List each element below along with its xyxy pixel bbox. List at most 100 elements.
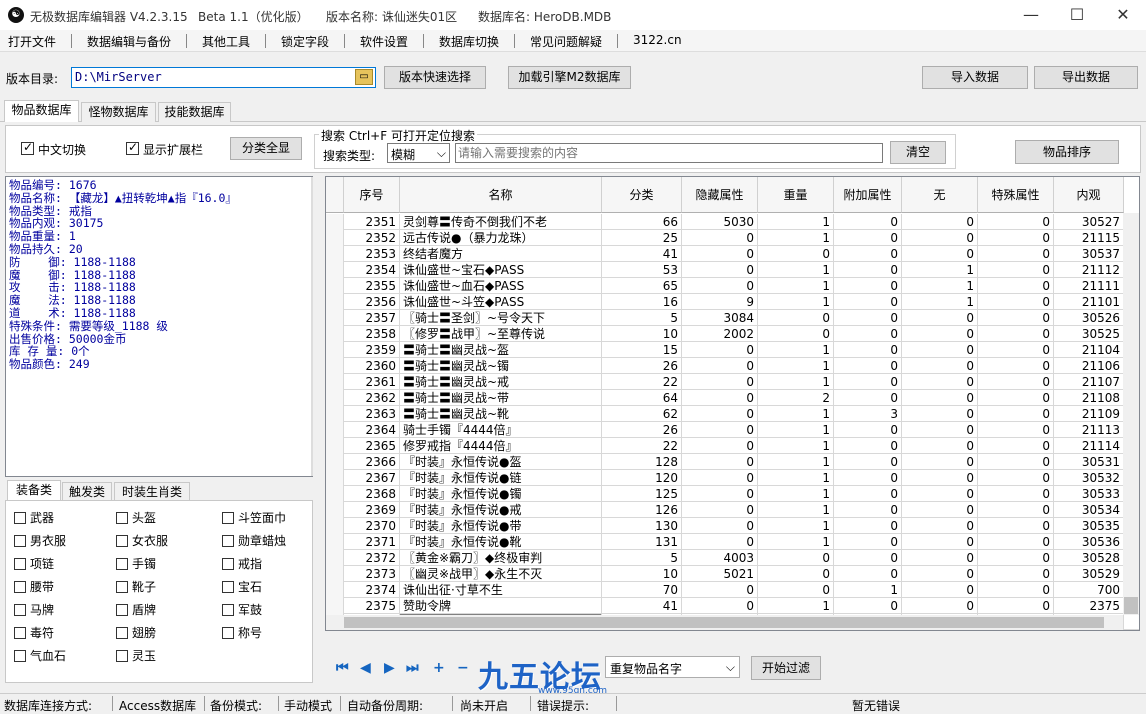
eqtab-trigger[interactable]: 触发类 <box>62 482 112 502</box>
col-category-cell[interactable]: 64 <box>602 390 682 406</box>
col-hidden-cell[interactable]: 0 <box>682 230 758 246</box>
row-indicator[interactable] <box>326 230 344 246</box>
col-seq-cell[interactable]: 2372 <box>344 550 400 566</box>
col-weight-cell[interactable]: 1 <box>758 454 834 470</box>
col-hidden-cell[interactable]: 0 <box>682 422 758 438</box>
equip-filter-item[interactable]: 男衣服 <box>14 532 66 549</box>
equip-checkbox[interactable] <box>222 512 234 524</box>
col-extra-cell[interactable]: 0 <box>834 422 902 438</box>
col-category-cell[interactable]: 25 <box>602 230 682 246</box>
col-category-cell[interactable]: 10 <box>602 326 682 342</box>
col-special-cell[interactable]: 0 <box>978 406 1054 422</box>
col-look-cell[interactable]: 30528 <box>1054 550 1124 566</box>
col-extra-cell[interactable]: 0 <box>834 438 902 454</box>
col-look-cell[interactable]: 30533 <box>1054 486 1124 502</box>
field-select[interactable]: 重复物品名字 ⌵ <box>605 656 740 678</box>
col-name-cell[interactable]: 终结者魔方 <box>400 246 602 262</box>
col-hidden-cell[interactable]: 9 <box>682 294 758 310</box>
col-name-cell[interactable]: 『时装』永恒传说●盔 <box>400 454 602 470</box>
last-record-icon[interactable]: ⏭ <box>406 660 419 676</box>
equip-checkbox[interactable] <box>116 650 128 662</box>
col-extra-cell[interactable]: 0 <box>834 246 902 262</box>
maximize-icon[interactable]: ☐ <box>1054 0 1100 30</box>
equip-filter-item[interactable]: 女衣服 <box>116 532 168 549</box>
col-none-cell[interactable]: 1 <box>902 262 978 278</box>
col-category-cell[interactable]: 70 <box>602 582 682 598</box>
equip-checkbox[interactable] <box>116 558 128 570</box>
col-hidden-cell[interactable]: 0 <box>682 534 758 550</box>
col-extra-cell[interactable]: 0 <box>834 390 902 406</box>
col-weight-cell[interactable]: 1 <box>758 278 834 294</box>
equip-checkbox[interactable] <box>14 512 26 524</box>
equip-filter-item[interactable]: 翅膀 <box>116 624 156 641</box>
equip-checkbox[interactable] <box>14 558 26 570</box>
quick-select-button[interactable]: 版本快速选择 <box>384 66 486 89</box>
col-weight-cell[interactable]: 0 <box>758 246 834 262</box>
col-extra-cell[interactable]: 0 <box>834 214 902 230</box>
table-row[interactable]: 2364 骑士手镯『4444倍』 26 0 1 0 0 0 21113 <box>326 422 1139 438</box>
dir-input[interactable]: D:\MirServer <box>71 67 376 88</box>
col-special-cell[interactable]: 0 <box>978 518 1054 534</box>
col-weight-cell[interactable]: 1 <box>758 262 834 278</box>
equip-filter-item[interactable]: 勋章蜡烛 <box>222 532 286 549</box>
table-row[interactable]: 2370 『时装』永恒传说●带 130 0 1 0 0 0 30535 <box>326 518 1139 534</box>
row-indicator[interactable] <box>326 310 344 326</box>
col-hidden-cell[interactable]: 5021 <box>682 566 758 582</box>
col-category-cell[interactable]: 5 <box>602 550 682 566</box>
col-category-cell[interactable]: 126 <box>602 502 682 518</box>
col-extra-cell[interactable]: 0 <box>834 230 902 246</box>
col-weight-cell[interactable]: 0 <box>758 582 834 598</box>
col-look-header[interactable]: 内观 <box>1054 177 1124 213</box>
equip-checkbox[interactable] <box>222 535 234 547</box>
tab-skills[interactable]: 技能数据库 <box>158 102 231 122</box>
col-look-cell[interactable]: 21104 <box>1054 342 1124 358</box>
sort-button[interactable]: 物品排序 <box>1015 140 1119 164</box>
row-indicator[interactable] <box>326 534 344 550</box>
col-hidden-cell[interactable]: 0 <box>682 246 758 262</box>
col-none-cell[interactable]: 0 <box>902 406 978 422</box>
col-special-cell[interactable]: 0 <box>978 310 1054 326</box>
col-seq-cell[interactable]: 2352 <box>344 230 400 246</box>
col-extra-header[interactable]: 附加属性 <box>834 177 902 213</box>
col-name-cell[interactable]: 〖黄金※霸刀〗◆终极审判 <box>400 550 602 566</box>
col-hidden-cell[interactable]: 0 <box>682 470 758 486</box>
menu-data-edit[interactable]: 数据编辑与备份 <box>87 33 171 50</box>
col-weight-cell[interactable]: 0 <box>758 550 834 566</box>
col-weight-cell[interactable]: 2 <box>758 390 834 406</box>
col-look-cell[interactable]: 21111 <box>1054 278 1124 294</box>
col-special-cell[interactable]: 0 <box>978 214 1054 230</box>
grid-vscroll-thumb[interactable] <box>1124 597 1138 614</box>
col-look-cell[interactable]: 2375 <box>1054 598 1124 614</box>
cn-switch-checkbox[interactable] <box>21 140 34 155</box>
row-indicator[interactable] <box>326 598 344 614</box>
row-indicator[interactable] <box>326 374 344 390</box>
col-extra-cell[interactable]: 0 <box>834 358 902 374</box>
col-extra-cell[interactable]: 1 <box>834 582 902 598</box>
col-none-cell[interactable]: 0 <box>902 374 978 390</box>
table-row[interactable]: 2369 『时装』永恒传说●戒 126 0 1 0 0 0 30534 <box>326 502 1139 518</box>
col-weight-cell[interactable]: 1 <box>758 406 834 422</box>
col-name-cell[interactable]: 〖骑士〓圣剑〗~号令天下 <box>400 310 602 326</box>
equip-filter-item[interactable]: 斗笠面巾 <box>222 509 286 526</box>
col-hidden-cell[interactable]: 0 <box>682 390 758 406</box>
col-special-cell[interactable]: 0 <box>978 278 1054 294</box>
col-look-cell[interactable]: 30526 <box>1054 310 1124 326</box>
equip-checkbox[interactable] <box>222 604 234 616</box>
col-none-cell[interactable]: 0 <box>902 518 978 534</box>
equip-checkbox[interactable] <box>222 558 234 570</box>
col-special-cell[interactable]: 0 <box>978 438 1054 454</box>
col-look-cell[interactable]: 21115 <box>1054 230 1124 246</box>
equip-filter-item[interactable]: 靴子 <box>116 578 156 595</box>
col-extra-cell[interactable]: 3 <box>834 406 902 422</box>
row-indicator[interactable] <box>326 582 344 598</box>
col-look-cell[interactable]: 30531 <box>1054 454 1124 470</box>
col-look-cell[interactable]: 30525 <box>1054 326 1124 342</box>
table-row[interactable]: 2355 诛仙盛世~血石◆PASS 65 0 1 0 1 0 21111 <box>326 278 1139 294</box>
import-button[interactable]: 导入数据 <box>922 66 1028 89</box>
col-weight-cell[interactable]: 1 <box>758 358 834 374</box>
col-weight-cell[interactable]: 0 <box>758 326 834 342</box>
col-category-cell[interactable]: 22 <box>602 438 682 454</box>
col-special-cell[interactable]: 0 <box>978 358 1054 374</box>
col-none-cell[interactable]: 1 <box>902 278 978 294</box>
col-extra-cell[interactable]: 0 <box>834 566 902 582</box>
